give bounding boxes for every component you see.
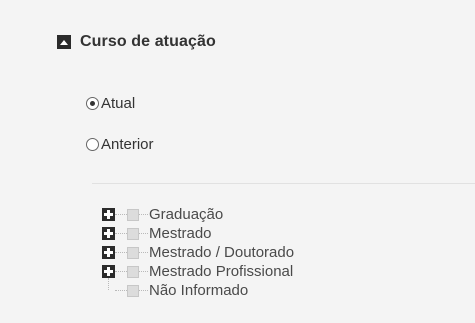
tree-label-graduacao[interactable]: Graduação: [149, 206, 223, 223]
section-title: Curso de atuação: [80, 33, 216, 50]
section-header-curso[interactable]: Curso de atuação: [57, 33, 216, 51]
radio-button-atual[interactable]: [86, 97, 99, 110]
filter-panel: Curso de atuação Atual Anterior Graduaçã…: [0, 0, 475, 323]
collapse-icon[interactable]: [57, 35, 71, 49]
tree-label-mestrado-profissional[interactable]: Mestrado Profissional: [149, 263, 293, 280]
tree-connector: [115, 270, 127, 273]
tree-checkbox-mestrado-profissional[interactable]: [127, 265, 139, 278]
tree-connector: [139, 289, 148, 292]
tree-label-nao-informado[interactable]: Não Informado: [149, 282, 248, 299]
tree-connector: [115, 213, 127, 216]
tree-connector: [139, 213, 148, 216]
tree-checkbox-mestrado-doutorado[interactable]: [127, 246, 139, 259]
radio-label-atual: Atual: [101, 95, 136, 112]
tree-connector: [139, 270, 148, 273]
expand-plus-icon[interactable]: [102, 208, 115, 221]
tree-item-mestrado: Mestrado: [102, 224, 294, 243]
tree-connector: [115, 251, 127, 254]
radio-anterior[interactable]: Anterior: [86, 136, 154, 153]
tree-item-nao-informado: Não Informado: [102, 278, 294, 300]
tree-connector: [139, 232, 148, 235]
expand-plus-icon[interactable]: [102, 227, 115, 240]
tree-item-mestrado-profissional: Mestrado Profissional: [102, 262, 294, 281]
tree-item-mestrado-doutorado: Mestrado / Doutorado: [102, 243, 294, 262]
course-tree: Graduação Mestrado Mestrado / Doutorado …: [102, 205, 294, 300]
divider: [92, 183, 475, 184]
radio-button-anterior[interactable]: [86, 138, 99, 151]
tree-item-graduacao: Graduação: [102, 205, 294, 224]
expand-plus-icon[interactable]: [102, 265, 115, 278]
tree-connector: [115, 289, 127, 292]
tree-checkbox-graduacao[interactable]: [127, 208, 139, 221]
tree-checkbox-nao-informado[interactable]: [127, 284, 139, 297]
radio-atual[interactable]: Atual: [86, 95, 135, 112]
tree-label-mestrado[interactable]: Mestrado: [149, 225, 212, 242]
radio-label-anterior: Anterior: [101, 136, 154, 153]
tree-line-spacer: [102, 278, 115, 297]
tree-label-mestrado-doutorado[interactable]: Mestrado / Doutorado: [149, 244, 294, 261]
tree-checkbox-mestrado[interactable]: [127, 227, 139, 240]
tree-connector: [115, 232, 127, 235]
expand-plus-icon[interactable]: [102, 246, 115, 259]
tree-connector: [139, 251, 148, 254]
